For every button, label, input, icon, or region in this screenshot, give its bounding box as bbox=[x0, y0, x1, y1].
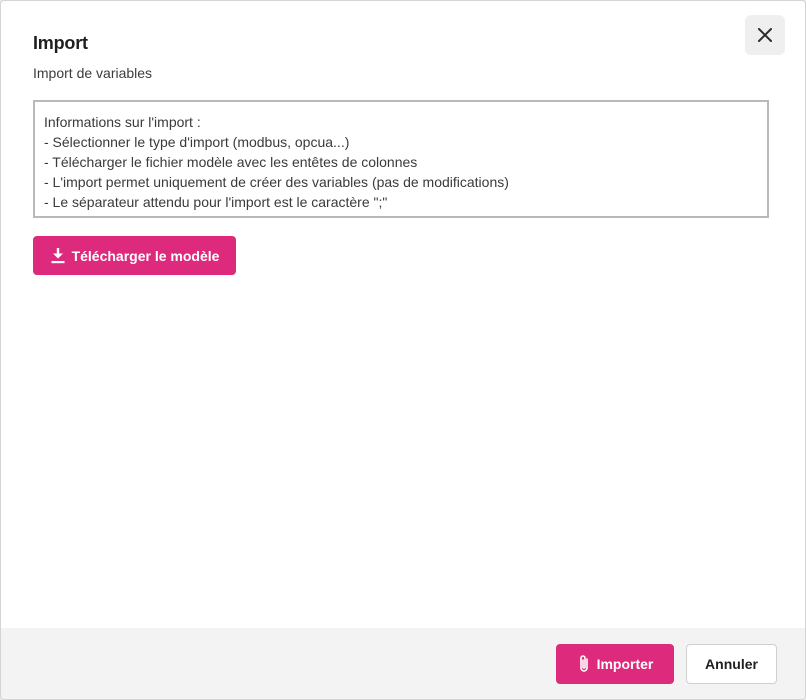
dialog-title: Import bbox=[33, 33, 88, 53]
cancel-button[interactable]: Annuler bbox=[686, 644, 777, 684]
dialog-footer: Importer Annuler bbox=[1, 628, 805, 699]
download-template-button[interactable]: Télécharger le modèle bbox=[33, 236, 236, 275]
paperclip-icon bbox=[577, 654, 591, 674]
info-line: - Le séparateur attendu pour l'import es… bbox=[44, 194, 388, 210]
import-dialog: Import Import de variables Informations … bbox=[0, 0, 806, 700]
import-button-label: Importer bbox=[596, 656, 654, 672]
dialog-subtitle: Import de variables bbox=[33, 65, 153, 81]
download-icon bbox=[50, 247, 66, 264]
info-line: - Sélectionner le type d'import (modbus,… bbox=[44, 134, 350, 150]
info-line: Informations sur l'import : bbox=[44, 114, 201, 130]
info-line: - L'import permet uniquement de créer de… bbox=[44, 174, 509, 190]
import-button[interactable]: Importer bbox=[556, 644, 674, 684]
cancel-button-label: Annuler bbox=[705, 656, 758, 672]
close-icon bbox=[757, 27, 773, 43]
info-line: - Télécharger le fichier modèle avec les… bbox=[44, 154, 418, 170]
import-info-box: Informations sur l'import : - Sélectionn… bbox=[33, 100, 769, 218]
download-button-label: Télécharger le modèle bbox=[71, 247, 220, 264]
close-button[interactable] bbox=[745, 15, 785, 55]
